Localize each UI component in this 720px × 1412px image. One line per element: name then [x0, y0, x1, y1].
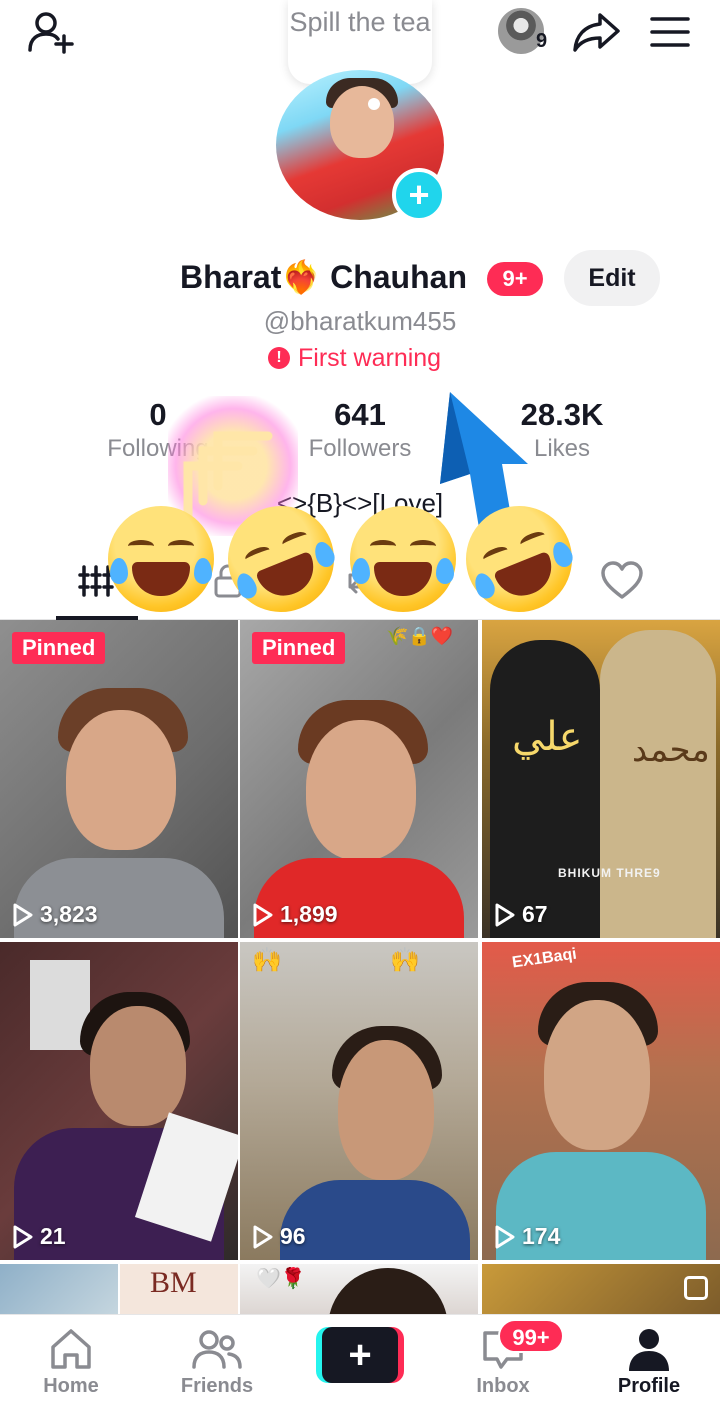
view-count: 3,823	[12, 901, 98, 928]
pinned-badge: Pinned	[252, 632, 346, 664]
name-badge[interactable]: 9+	[487, 262, 543, 296]
display-name: Bharat❤️‍🔥 Chauhan	[180, 259, 467, 295]
pinned-badge: Pinned	[12, 632, 106, 664]
bubble-dot	[368, 98, 380, 110]
plus-icon: +	[322, 1327, 398, 1383]
video-tile[interactable]	[0, 1264, 118, 1314]
video-tile[interactable]: 🤍🌹	[240, 1264, 478, 1314]
nav-label: Friends	[180, 1375, 254, 1397]
username: @bharatkum455	[263, 306, 457, 336]
view-count-value: 21	[40, 1223, 66, 1249]
avatar-face	[330, 86, 394, 158]
edit-profile-button[interactable]: Edit	[564, 250, 660, 306]
tile-label: EX1Baqi	[511, 945, 578, 972]
video-tile[interactable]: Pinned 3,823	[0, 620, 238, 938]
view-count: 21	[12, 1223, 66, 1250]
tile-person-hair	[328, 1268, 448, 1314]
laughing-emoji	[350, 506, 456, 612]
profile-stats: 0 Following 641 Followers 28.3K Likes	[0, 396, 720, 466]
video-tile[interactable]: علي محمد BHIKUM THRE9 67	[482, 620, 720, 938]
account-warning[interactable]: ! First warning	[268, 342, 441, 374]
add-friend-icon[interactable]	[24, 8, 80, 56]
nav-label: Inbox	[476, 1375, 530, 1397]
view-count-value: 67	[522, 901, 548, 927]
video-tile[interactable]: BM	[120, 1264, 238, 1314]
play-icon	[495, 1225, 515, 1248]
tile-person-face	[338, 1040, 434, 1180]
menu-icon[interactable]	[642, 8, 698, 56]
nav-label: Profile	[617, 1375, 681, 1397]
tile-person-face	[544, 1000, 650, 1150]
warning-text: First warning	[298, 343, 442, 372]
video-tile[interactable]	[482, 1264, 720, 1314]
add-story-plus-icon[interactable]: +	[392, 168, 446, 222]
view-count-value: 96	[280, 1223, 306, 1249]
video-tile[interactable]: 🙌 🙌 96	[240, 942, 478, 1260]
share-icon[interactable]	[568, 8, 624, 56]
view-count: 67	[494, 901, 548, 928]
bottom-navigation: Home Friends + Inbox Profile	[0, 1314, 720, 1412]
view-count-value: 1,899	[280, 901, 338, 927]
tile-calligraphy-right: محمد	[632, 731, 710, 769]
play-icon	[253, 1225, 273, 1248]
nav-label: Home	[43, 1375, 99, 1397]
profile-icon	[629, 1329, 669, 1371]
tile-overlay-emoji-left: 🙌	[252, 947, 282, 974]
create-button[interactable]: +	[316, 1327, 404, 1383]
friends-icon	[192, 1330, 242, 1369]
view-count-value: 174	[522, 1223, 561, 1249]
tile-overlay-emojis: 🌾🔒❤️	[386, 626, 454, 646]
stat-label: Followers	[308, 435, 412, 462]
video-grid: Pinned 3,823 Pinned 🌾🔒❤️ 1,899 علي محمد …	[0, 620, 720, 1314]
profile-bio: <>{B}<>[Love]	[276, 488, 444, 518]
nav-home[interactable]: Home	[16, 1327, 126, 1407]
stat-value: 641	[334, 397, 386, 432]
tile-person-face	[306, 720, 416, 860]
play-icon	[13, 1225, 33, 1248]
tile-person-face	[90, 1006, 186, 1126]
video-tile[interactable]: EX1Baqi 174	[482, 942, 720, 1260]
home-icon	[51, 1329, 91, 1369]
multi-photo-icon	[684, 1276, 708, 1300]
play-icon	[253, 903, 273, 926]
tile-overlay-emojis: 🤍🌹	[256, 1268, 306, 1290]
heart-icon	[601, 561, 643, 599]
tile-person-shirt	[280, 1180, 470, 1260]
tab-liked[interactable]	[580, 544, 664, 618]
play-icon	[13, 903, 33, 926]
laughing-emoji	[108, 506, 214, 612]
tile-figure-light	[600, 630, 716, 938]
story-count: 9	[536, 30, 548, 52]
view-count: 1,899	[252, 901, 338, 928]
tile-person-face	[66, 710, 176, 850]
warning-icon: !	[268, 347, 290, 369]
inbox-badge: 99+	[498, 1319, 564, 1353]
nav-profile[interactable]: Profile	[594, 1327, 704, 1407]
video-tile[interactable]: 21	[0, 942, 238, 1260]
view-count: 174	[494, 1223, 560, 1250]
tile-figure-dark	[490, 640, 600, 938]
nav-friends[interactable]: Friends	[162, 1327, 272, 1407]
stat-followers[interactable]: 641 Followers	[290, 396, 430, 464]
video-tile[interactable]: Pinned 🌾🔒❤️ 1,899	[240, 620, 478, 938]
tile-overlay-emoji-right: 🙌	[390, 947, 420, 974]
view-count-value: 3,823	[40, 901, 98, 927]
tile-logo-text: BM	[150, 1266, 197, 1299]
tile-caption: BHIKUM THRE9	[558, 866, 661, 880]
play-icon	[495, 903, 515, 926]
view-count: 96	[252, 1223, 306, 1250]
tile-calligraphy-left: علي	[512, 715, 583, 759]
